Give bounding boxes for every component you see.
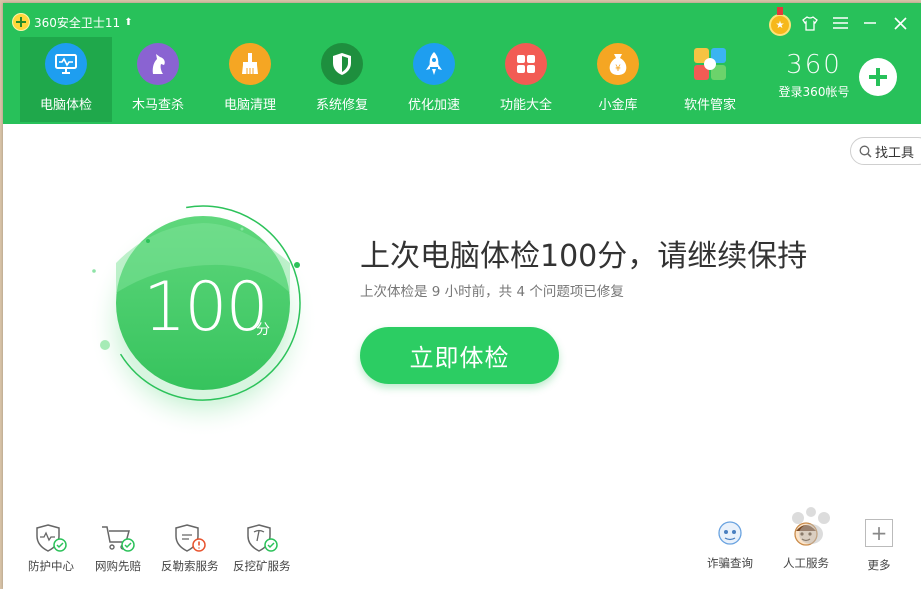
checkup-headline: 上次电脑体检100分，请继续保持 [360, 239, 808, 274]
bottom-tool-label: 诈骗查询 [707, 556, 753, 570]
rocket-icon [413, 43, 455, 85]
nav-item-system-repair[interactable]: 系统修复 [296, 37, 388, 122]
bottom-tool-label: 反勒索服务 [161, 559, 219, 573]
bottom-tool-label: 更多 [867, 558, 891, 572]
shopping-cart-icon [102, 526, 135, 552]
fraud-query-icon [718, 521, 742, 545]
customer-service-icon [794, 522, 818, 546]
shield-alert-icon [175, 524, 206, 552]
nav-label: 小金库 [598, 98, 638, 113]
minimize-button[interactable] [855, 11, 885, 35]
more-tools-button[interactable]: + 更多 [865, 519, 893, 573]
brand-360-logo: 360 [786, 50, 842, 80]
close-button[interactable] [885, 11, 915, 35]
app-title: 360安全卫士11 ⬆ [12, 13, 133, 31]
add-account-button[interactable] [859, 58, 897, 96]
close-icon [893, 16, 907, 30]
window-controls: ★ [765, 7, 915, 36]
checkup-subline: 上次体检是 9 小时前，共 4 个问题项已修复 [360, 284, 624, 300]
search-icon [859, 145, 872, 158]
find-tools-label: 找工具 [875, 145, 915, 161]
nav-item-trojan-scan[interactable]: 木马查杀 [112, 37, 204, 122]
plus-icon [869, 68, 887, 86]
horse-icon [137, 43, 179, 85]
login-link[interactable]: 登录360帐号 [773, 83, 855, 100]
svg-text:¥: ¥ [615, 64, 621, 74]
nav-label: 电脑体检 [39, 98, 92, 113]
apps-icon [689, 43, 731, 85]
app-window: 360安全卫士11 ⬆ ★ 电脑体检 木马查杀 电脑清理 系统修复 优化加速 功… [3, 3, 921, 589]
account-area[interactable]: 360 登录360帐号 [773, 51, 855, 100]
protection-center-button[interactable]: 防护中心 [28, 523, 74, 574]
menu-icon [832, 17, 848, 29]
nav-label: 系统修复 [315, 98, 368, 113]
update-arrow-icon[interactable]: ⬆ [124, 17, 132, 28]
nav-item-pc-cleanup[interactable]: 电脑清理 [204, 37, 296, 122]
bottom-tool-label: 反挖矿服务 [233, 559, 291, 573]
anti-ransomware-button[interactable]: 反勒索服务 [161, 523, 219, 574]
nav-item-vault[interactable]: ¥ 小金库 [572, 37, 664, 122]
tshirt-icon [802, 15, 818, 31]
nav-label: 木马查杀 [131, 98, 184, 113]
bottom-tool-label: 防护中心 [28, 559, 74, 573]
nav-item-feature-center[interactable]: 功能大全 [480, 37, 572, 122]
minimize-icon [864, 22, 876, 24]
shield-pick-icon [247, 524, 278, 552]
anti-mining-button[interactable]: 反挖矿服务 [233, 523, 291, 574]
online-shopping-button[interactable]: 网购先赔 [95, 523, 141, 574]
check-now-button[interactable]: 立即体检 [360, 327, 559, 384]
nav-item-pc-checkup[interactable]: 电脑体检 [20, 37, 112, 122]
score-value: 100 [143, 268, 269, 347]
menu-button[interactable] [825, 11, 855, 35]
fraud-query-button[interactable]: 诈骗查询 [707, 519, 753, 571]
skin-button[interactable] [795, 11, 825, 35]
money-bag-icon: ¥ [597, 43, 639, 85]
shield-pulse-icon [36, 524, 67, 552]
medal-icon: ★ [769, 7, 791, 36]
bottom-tool-label: 网购先赔 [95, 559, 141, 573]
shield-icon [321, 43, 363, 85]
360-logo-icon [12, 13, 30, 31]
medal-button[interactable]: ★ [765, 7, 795, 36]
nav-label: 软件管家 [683, 98, 736, 113]
score-unit: 分 [256, 322, 270, 338]
monitor-check-icon [45, 43, 87, 85]
nav-label: 功能大全 [499, 98, 552, 113]
nav-item-software-manager[interactable]: 软件管家 [664, 37, 756, 122]
header-bar: 360安全卫士11 ⬆ ★ 电脑体检 木马查杀 电脑清理 系统修复 优化加速 功… [3, 3, 921, 124]
plus-icon: + [865, 519, 893, 547]
nav-label: 优化加速 [407, 98, 460, 113]
customer-service-button[interactable]: 人工服务 [783, 519, 829, 571]
main-nav: 电脑体检 木马查杀 电脑清理 系统修复 优化加速 功能大全 ¥ 小金库 软件管家 [20, 37, 756, 122]
grid-icon [505, 43, 547, 85]
bottom-tool-label: 人工服务 [783, 556, 829, 570]
find-tools-button[interactable]: 找工具 [850, 137, 921, 165]
nav-item-optimize[interactable]: 优化加速 [388, 37, 480, 122]
nav-label: 电脑清理 [223, 98, 276, 113]
broom-icon [229, 43, 271, 85]
app-title-text: 360安全卫士11 [34, 15, 121, 30]
